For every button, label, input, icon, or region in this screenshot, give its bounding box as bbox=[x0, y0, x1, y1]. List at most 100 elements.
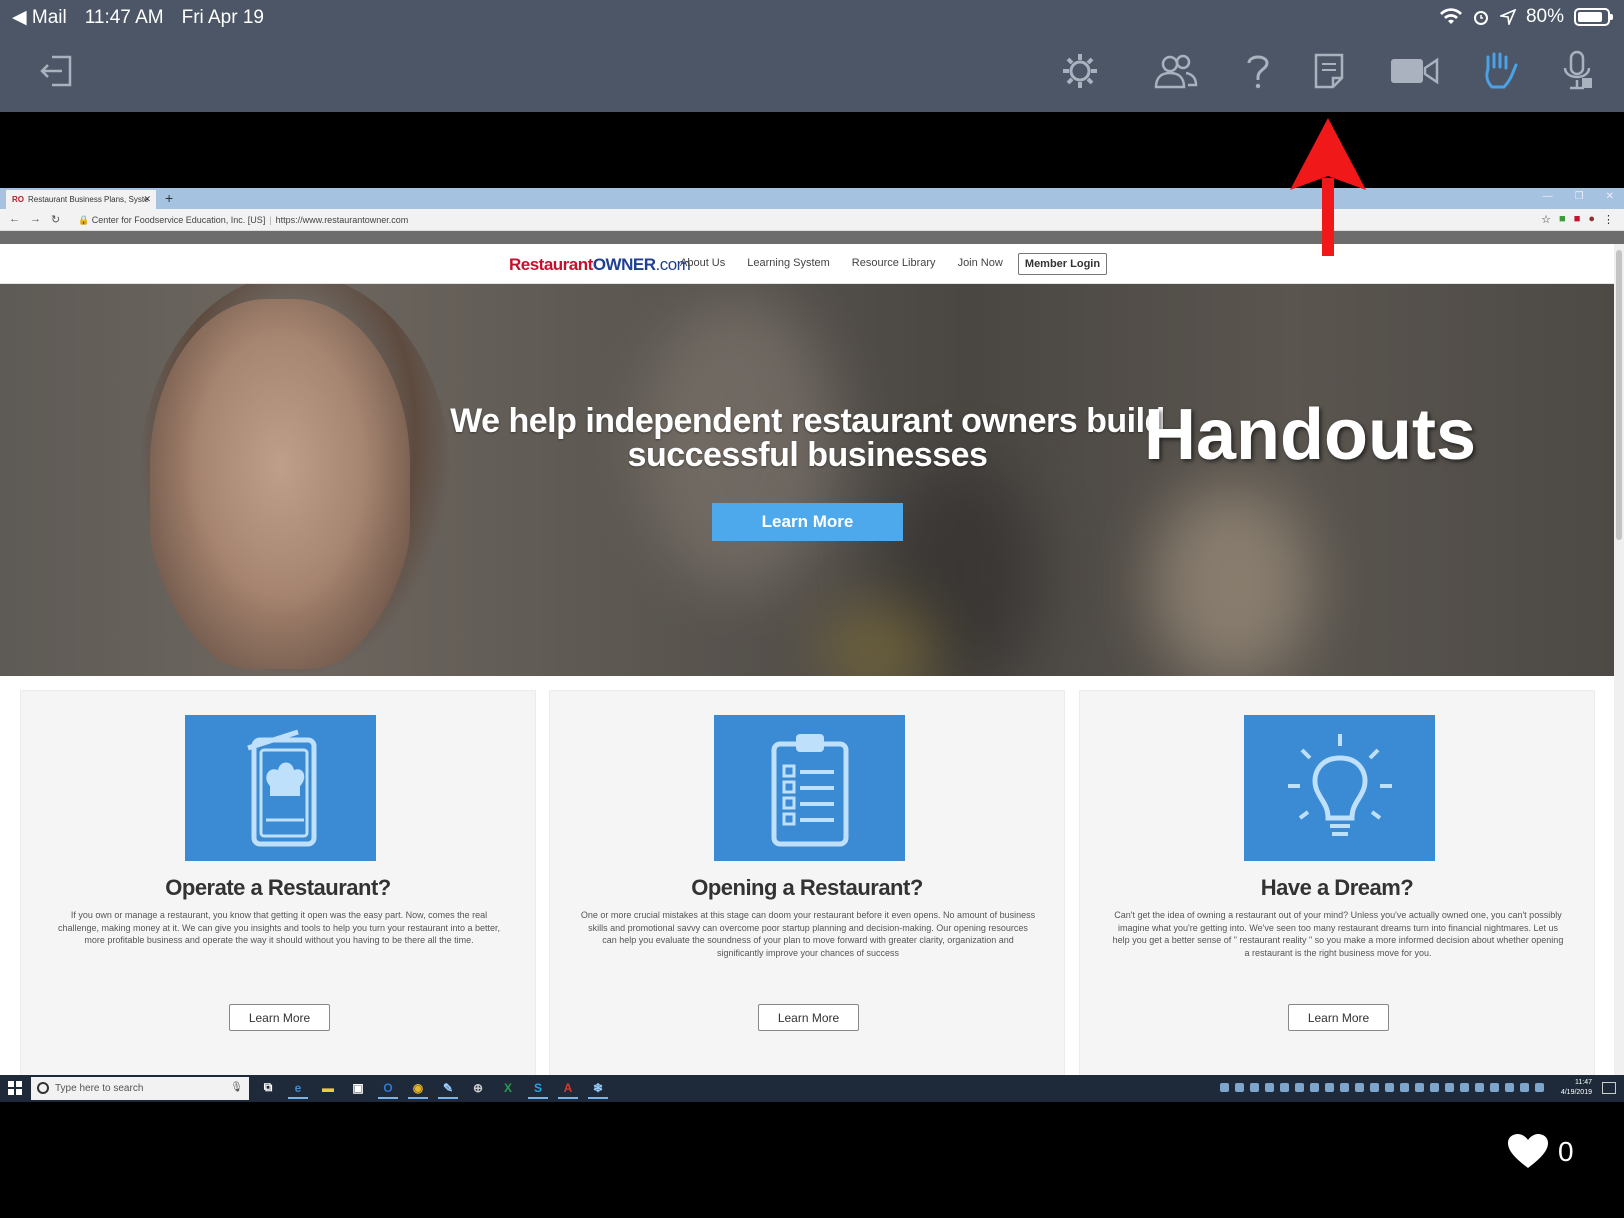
card-text: Can't get the idea of owning a restauran… bbox=[1112, 910, 1564, 958]
browser-tab[interactable]: RO Restaurant Business Plans, Syste ✕ bbox=[6, 190, 156, 209]
clipboard-checklist-icon bbox=[714, 715, 905, 861]
like-counter[interactable]: 0 bbox=[1508, 1134, 1574, 1170]
card-opening: Opening a Restaurant? One or more crucia… bbox=[549, 690, 1065, 1102]
hero-person bbox=[150, 299, 410, 669]
card-learn-more-button[interactable]: Learn More bbox=[1288, 1004, 1389, 1031]
nav-resource-library[interactable]: Resource Library bbox=[852, 257, 936, 269]
snowflake-app-icon[interactable]: ❄ bbox=[588, 1078, 608, 1099]
tab-close-icon[interactable]: ✕ bbox=[143, 194, 151, 205]
bookmark-star-icon[interactable]: ☆ bbox=[1541, 213, 1551, 226]
alarm-icon bbox=[1473, 11, 1488, 25]
taskbar-clock[interactable]: 11:47 4/19/2019 bbox=[1561, 1078, 1592, 1098]
status-date: Fri Apr 19 bbox=[181, 6, 264, 28]
card-learn-more-button[interactable]: Learn More bbox=[758, 1004, 859, 1031]
raise-hand-icon[interactable] bbox=[1476, 48, 1522, 94]
minimize-icon[interactable]: — bbox=[1543, 191, 1553, 202]
outlook-icon[interactable]: O bbox=[378, 1078, 398, 1099]
card-operate: Operate a Restaurant? If you own or mana… bbox=[20, 690, 536, 1102]
menu-dots-icon[interactable]: ⋮ bbox=[1603, 213, 1614, 226]
card-text: If you own or manage a restaurant, you k… bbox=[57, 910, 501, 945]
hero-banner: We help independent restaurant owners bu… bbox=[0, 284, 1614, 676]
cortana-icon bbox=[37, 1082, 49, 1094]
location-icon bbox=[1499, 9, 1516, 25]
profile-icon[interactable]: ● bbox=[1588, 213, 1595, 226]
browser-tab-bar: RO Restaurant Business Plans, Syste ✕ + —… bbox=[0, 188, 1624, 209]
menu-chef-hat-icon bbox=[185, 715, 376, 861]
nav-join-now[interactable]: Join Now bbox=[958, 257, 1003, 269]
store-icon[interactable]: ▣ bbox=[348, 1078, 368, 1099]
scrollbar-thumb[interactable] bbox=[1616, 250, 1622, 540]
like-count: 0 bbox=[1558, 1136, 1574, 1167]
hero-title: We help independent restaurant owners bu… bbox=[450, 402, 1165, 474]
extension-icon[interactable]: ■ bbox=[1559, 213, 1566, 226]
red-arrow-annotation bbox=[1290, 118, 1366, 256]
favicon: RO bbox=[12, 195, 24, 204]
address-bar: ← → ↻ 🔒 Center for Foodservice Education… bbox=[0, 209, 1624, 231]
lightbulb-icon bbox=[1244, 715, 1435, 861]
tab-title: Restaurant Business Plans, Syste bbox=[28, 195, 149, 204]
feature-cards: Operate a Restaurant? If you own or mana… bbox=[0, 676, 1614, 1102]
shared-screen: RO Restaurant Business Plans, Syste ✕ + —… bbox=[0, 188, 1624, 1102]
handouts-annotation-label: Handouts bbox=[1144, 395, 1476, 475]
lock-icon: 🔒 bbox=[78, 215, 90, 225]
restore-icon[interactable]: ❐ bbox=[1575, 191, 1584, 202]
url-field[interactable]: 🔒 Center for Foodservice Education, Inc.… bbox=[78, 215, 408, 226]
help-icon[interactable] bbox=[1235, 48, 1281, 94]
settings-icon[interactable] bbox=[1057, 48, 1103, 94]
nav-about-us[interactable]: About Us bbox=[680, 257, 725, 269]
file-explorer-icon[interactable]: ▬ bbox=[318, 1078, 338, 1099]
excel-icon[interactable]: X bbox=[498, 1078, 518, 1099]
microphone-icon[interactable] bbox=[1555, 48, 1601, 94]
windows-start-icon[interactable] bbox=[8, 1081, 22, 1095]
edge-icon[interactable]: e bbox=[288, 1078, 308, 1099]
reload-icon[interactable]: ↻ bbox=[51, 213, 60, 226]
card-title: Opening a Restaurant? bbox=[691, 875, 923, 900]
card-title: Have a Dream? bbox=[1260, 875, 1414, 900]
site-logo[interactable]: RestaurantOWNER.com bbox=[509, 255, 691, 275]
logo-part: Restaurant bbox=[509, 255, 593, 274]
notification-center-icon[interactable] bbox=[1602, 1082, 1616, 1094]
back-to-app-link[interactable]: ◀ Mail bbox=[12, 6, 67, 29]
taskbar-search-input[interactable]: Type here to search 🎙 bbox=[31, 1077, 249, 1100]
ios-status-bar: ◀ Mail 11:47 AM Fri Apr 19 80% bbox=[0, 0, 1624, 34]
new-tab-icon[interactable]: + bbox=[165, 190, 173, 206]
handouts-icon[interactable] bbox=[1306, 48, 1352, 94]
battery-icon bbox=[1574, 8, 1613, 26]
skype-icon[interactable]: S bbox=[528, 1078, 548, 1099]
forward-icon[interactable]: → bbox=[30, 213, 41, 226]
card-dream: Have a Dream? Can't get the idea of owni… bbox=[1079, 690, 1595, 1102]
card-title: Operate a Restaurant? bbox=[165, 875, 391, 900]
battery-percent: 80% bbox=[1525, 6, 1564, 27]
clock-date: 4/19/2019 bbox=[1560, 1089, 1592, 1096]
acrobat-icon[interactable]: A bbox=[558, 1078, 578, 1099]
site-top-strip bbox=[0, 231, 1624, 244]
hero-learn-more-button[interactable]: Learn More bbox=[712, 503, 903, 541]
system-tray[interactable] bbox=[1220, 1083, 1544, 1092]
notepad-icon[interactable]: ✎ bbox=[438, 1078, 458, 1099]
page-scrollbar[interactable] bbox=[1614, 244, 1624, 1102]
windows-taskbar: Type here to search 🎙 ⧉ e ▬ ▣ O ◉ ✎ ⊕ X … bbox=[0, 1075, 1624, 1102]
wifi-icon bbox=[1439, 8, 1462, 24]
url-text: https://www.restaurantowner.com bbox=[275, 215, 409, 225]
card-learn-more-button[interactable]: Learn More bbox=[229, 1004, 330, 1031]
nav-learning-system[interactable]: Learning System bbox=[747, 257, 830, 269]
task-view-icon[interactable]: ⧉ bbox=[258, 1078, 278, 1099]
mic-icon[interactable]: 🎙 bbox=[230, 1082, 243, 1093]
chrome-icon[interactable]: ◉ bbox=[408, 1078, 428, 1099]
back-app-label: Mail bbox=[31, 7, 67, 28]
camera-icon[interactable] bbox=[1388, 48, 1440, 94]
extension-icon[interactable]: ■ bbox=[1574, 213, 1581, 226]
logo-part: OWNER bbox=[592, 255, 656, 274]
clock-time: 11:47 bbox=[1575, 1079, 1592, 1086]
app-icon[interactable]: ⊕ bbox=[468, 1078, 488, 1099]
close-window-icon[interactable]: ✕ bbox=[1606, 191, 1614, 202]
back-icon[interactable]: ← bbox=[9, 213, 20, 226]
card-text: One or more crucial mistakes at this sta… bbox=[580, 910, 1036, 958]
member-login-button[interactable]: Member Login bbox=[1018, 253, 1107, 275]
exit-icon[interactable] bbox=[35, 48, 81, 94]
heart-icon[interactable] bbox=[1508, 1134, 1548, 1170]
app-toolbar: ◀ Mail 11:47 AM Fri Apr 19 80% bbox=[0, 0, 1624, 112]
site-identity: Center for Foodservice Education, Inc. [… bbox=[91, 215, 266, 225]
participants-icon[interactable] bbox=[1150, 48, 1202, 94]
status-time: 11:47 AM bbox=[84, 6, 164, 28]
